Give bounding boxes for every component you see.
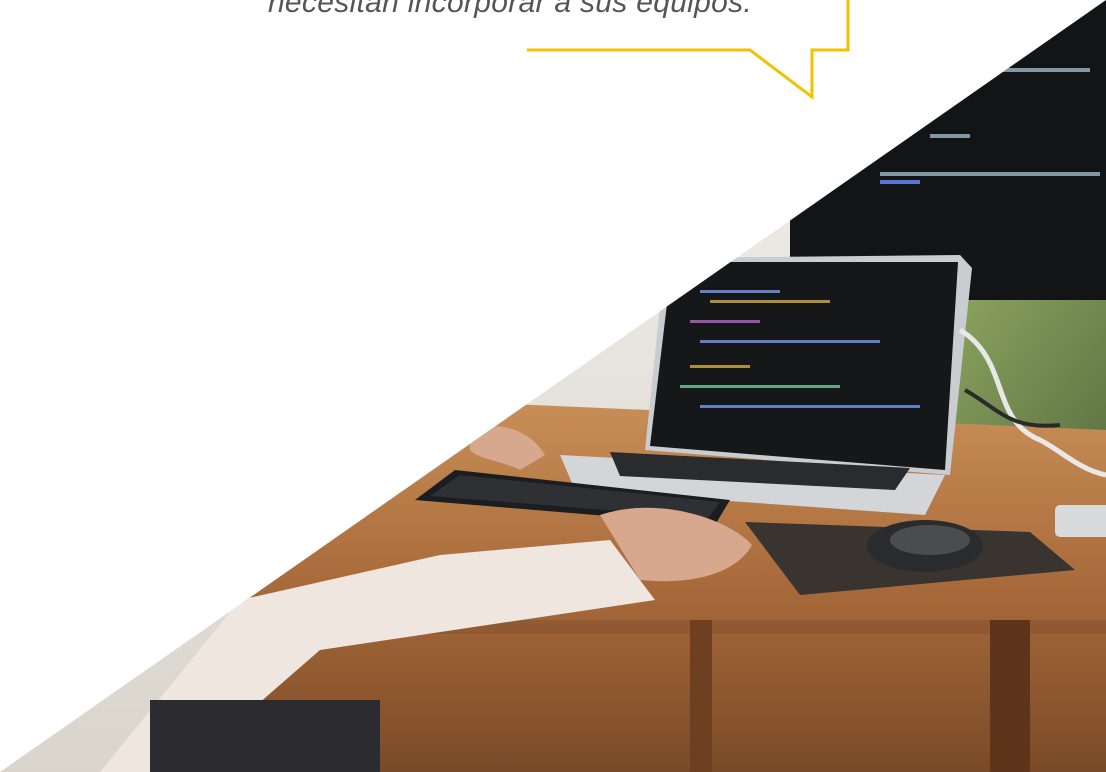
monitor (790, 0, 1106, 300)
developer-photo (0, 0, 1106, 772)
quote-text: necesitan incorporar a sus equipos. (267, 0, 753, 19)
phone (1055, 505, 1106, 537)
